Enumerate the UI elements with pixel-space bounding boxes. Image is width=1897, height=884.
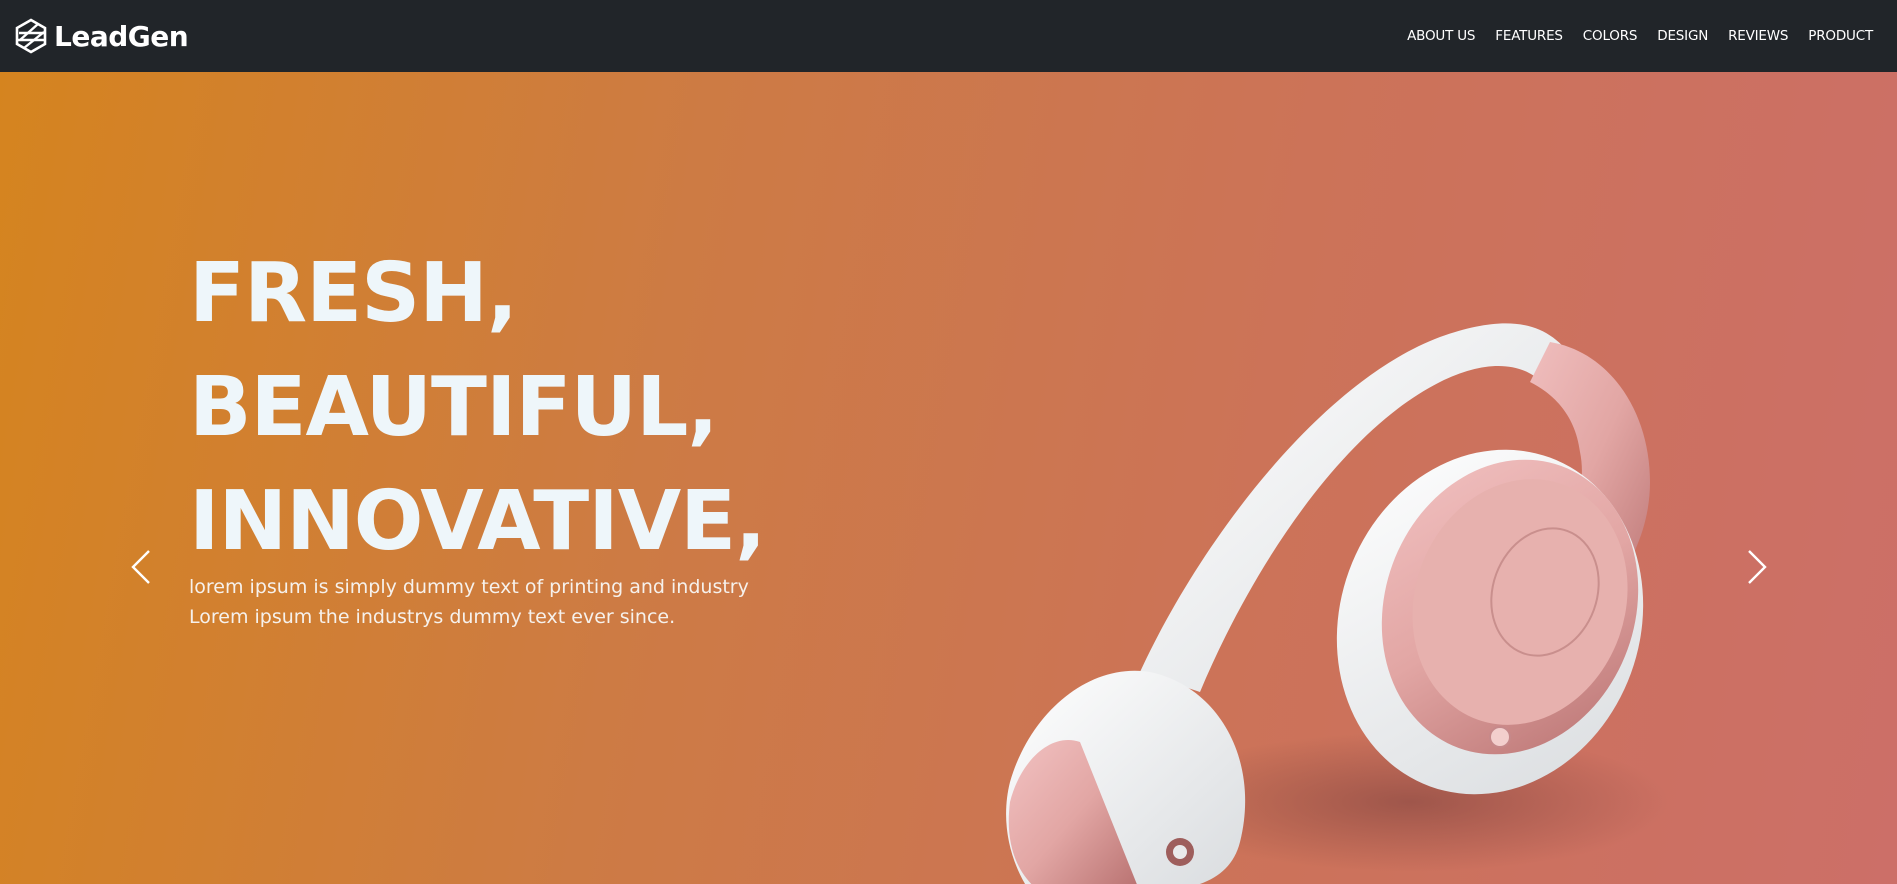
navbar: LeadGen ABOUT US FEATURES COLORS DESIGN …: [0, 0, 1897, 72]
chevron-right-icon: [1748, 550, 1767, 584]
subtext-line-1: lorem ipsum is simply dummy text of prin…: [189, 576, 749, 598]
subtext-line-2: Lorem ipsum the industrys dummy text eve…: [189, 606, 676, 628]
main-nav: ABOUT US FEATURES COLORS DESIGN REVIEWS …: [1407, 0, 1873, 72]
nav-about-us[interactable]: ABOUT US: [1407, 28, 1475, 44]
headline-line-2: BEAUTIFUL,: [189, 360, 719, 455]
nav-design[interactable]: DESIGN: [1657, 28, 1708, 44]
hero-subtext: lorem ipsum is simply dummy text of prin…: [189, 572, 749, 632]
nav-colors[interactable]: COLORS: [1583, 28, 1638, 44]
brand-logo-link[interactable]: LeadGen: [14, 18, 189, 54]
headphones-image: [1006, 323, 1670, 884]
nav-reviews[interactable]: REVIEWS: [1728, 28, 1788, 44]
hero-headline: FRESH, BEAUTIFUL, INNOVATIVE,: [189, 237, 766, 579]
carousel-next-button[interactable]: [1737, 542, 1777, 592]
hero-carousel: FRESH, BEAUTIFUL, INNOVATIVE, lorem ipsu…: [0, 72, 1897, 884]
chevron-left-icon: [131, 550, 150, 584]
hexagon-logo-icon: [15, 18, 47, 54]
nav-features[interactable]: FEATURES: [1495, 28, 1563, 44]
headline-line-1: FRESH,: [189, 246, 518, 341]
nav-product[interactable]: PRODUCT: [1808, 28, 1873, 44]
brand-name: LeadGen: [54, 19, 189, 53]
carousel-prev-button[interactable]: [121, 542, 161, 592]
headline-line-3: INNOVATIVE,: [189, 474, 766, 569]
